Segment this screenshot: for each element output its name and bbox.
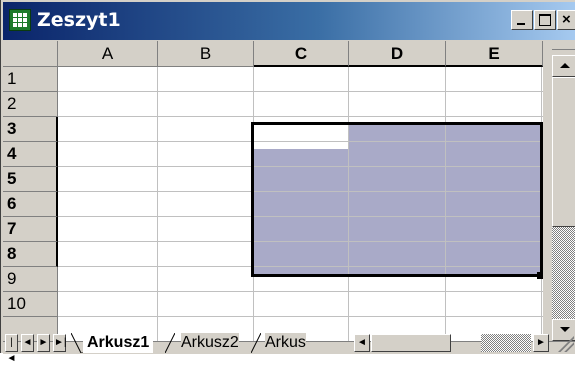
scroll-left-button[interactable]: ◄: [354, 334, 370, 352]
tab-divider: [251, 333, 261, 353]
vertical-scrollbar[interactable]: [543, 41, 575, 341]
sheet-tab-arkusz1[interactable]: Arkusz1: [83, 333, 154, 353]
row-header-9[interactable]: 9: [3, 267, 58, 292]
sheet-tab-arkusz3[interactable]: Arkus: [265, 333, 306, 353]
column-header-a[interactable]: A: [58, 41, 158, 67]
split-box[interactable]: [552, 41, 575, 50]
sheet-tab-arkusz2[interactable]: Arkusz2: [181, 333, 239, 353]
excel-workbook-icon[interactable]: [9, 9, 31, 31]
title-bar[interactable]: Zeszyt1 ×: [3, 2, 575, 40]
scroll-up-button[interactable]: [552, 55, 575, 77]
last-sheet-button[interactable]: ►|: [53, 334, 67, 352]
row-header-3[interactable]: 3: [3, 117, 58, 142]
column-header-d[interactable]: D: [349, 41, 446, 67]
maximize-button[interactable]: [534, 10, 556, 30]
row-header-5[interactable]: 5: [3, 167, 58, 192]
close-icon: ×: [562, 11, 571, 28]
row-header-2[interactable]: 2: [3, 92, 58, 117]
row-header-8[interactable]: 8: [3, 242, 58, 267]
vertical-scroll-thumb[interactable]: [552, 77, 575, 227]
row-header-7[interactable]: 7: [3, 217, 58, 242]
column-header-c[interactable]: C: [254, 41, 349, 67]
horizontal-scroll-thumb[interactable]: [371, 334, 451, 352]
row-gridline: [58, 91, 543, 92]
next-sheet-button[interactable]: ►: [37, 334, 50, 352]
minimize-button[interactable]: [511, 10, 533, 30]
resize-grip-icon[interactable]: [556, 334, 574, 352]
prev-sheet-button[interactable]: ◄: [21, 334, 34, 352]
column-header-e[interactable]: E: [446, 41, 543, 67]
row-header-10[interactable]: 10: [3, 292, 58, 317]
column-gridline: [157, 67, 158, 341]
vertical-scroll-track[interactable]: [552, 227, 575, 319]
column-header-b[interactable]: B: [158, 41, 254, 67]
spreadsheet-grid[interactable]: A B C D E 1 2 3 4 5 6 7 8 9 10: [3, 41, 543, 341]
horizontal-scroll-track[interactable]: [481, 334, 531, 352]
close-button[interactable]: ×: [557, 10, 575, 30]
tab-divider: [165, 333, 175, 353]
row-header-4[interactable]: 4: [3, 142, 58, 167]
window-title: Zeszyt1: [37, 9, 121, 31]
select-all-corner[interactable]: [3, 41, 58, 67]
scroll-right-button[interactable]: ►: [533, 334, 549, 352]
workbook-window: Zeszyt1 × A B C D E 1 2 3 4 5 6 7 8 9 10…: [0, 0, 575, 364]
row-header-6[interactable]: 6: [3, 192, 58, 217]
first-sheet-button[interactable]: |◄: [5, 334, 18, 364]
selection-border: [251, 122, 543, 277]
row-gridline: [58, 291, 543, 292]
row-gridline: [58, 116, 543, 117]
sheet-tab-bar: |◄ ◄ ► ►| Arkusz1 Arkusz2 Arkus ◄ ►: [3, 333, 575, 364]
row-header-1[interactable]: 1: [3, 67, 58, 92]
row-gridline: [58, 316, 543, 317]
